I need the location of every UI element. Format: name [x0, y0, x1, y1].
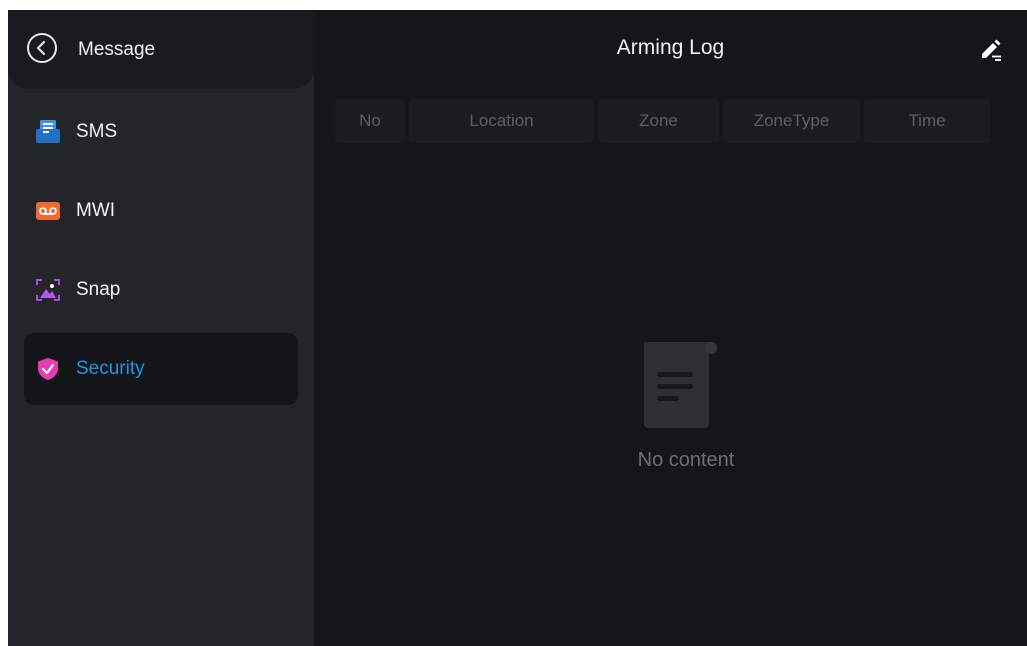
- sidebar-item-mwi[interactable]: MWI: [24, 175, 298, 247]
- shield-check-icon: [38, 358, 58, 380]
- sidebar-item-label: Security: [76, 358, 145, 379]
- sidebar-item-label: MWI: [76, 200, 116, 221]
- column-header-zonetype: ZoneType: [723, 99, 860, 143]
- document-icon: [644, 342, 717, 428]
- sidebar-item-sms[interactable]: SMS: [24, 96, 298, 168]
- column-header-no: No: [335, 99, 405, 143]
- main-panel: Arming Log No Location Zone ZoneType Tim…: [314, 10, 1027, 646]
- column-header-time: Time: [864, 99, 990, 143]
- voicemail-icon: [36, 202, 60, 220]
- back-button[interactable]: [27, 33, 57, 63]
- sidebar-item-snap[interactable]: Snap: [24, 254, 298, 326]
- empty-state-text: No content: [637, 449, 735, 471]
- device-screen: Message SMS MWI Snap Security Arming Log…: [8, 10, 1027, 646]
- sidebar-item-security[interactable]: Security: [24, 333, 298, 405]
- sidebar-header: Message: [8, 10, 314, 89]
- sidebar-item-label: SMS: [76, 121, 118, 142]
- snap-image-icon: [36, 279, 60, 301]
- sidebar: Message SMS MWI Snap Security: [8, 10, 314, 646]
- column-header-zone: Zone: [598, 99, 719, 143]
- chevron-left-icon: [36, 40, 46, 56]
- page-title: Arming Log: [616, 36, 725, 59]
- column-header-location: Location: [409, 99, 594, 143]
- edit-icon[interactable]: [978, 36, 1004, 62]
- sms-icon: [36, 120, 60, 143]
- sidebar-item-label: Snap: [76, 279, 121, 300]
- sidebar-title: Message: [78, 39, 156, 60]
